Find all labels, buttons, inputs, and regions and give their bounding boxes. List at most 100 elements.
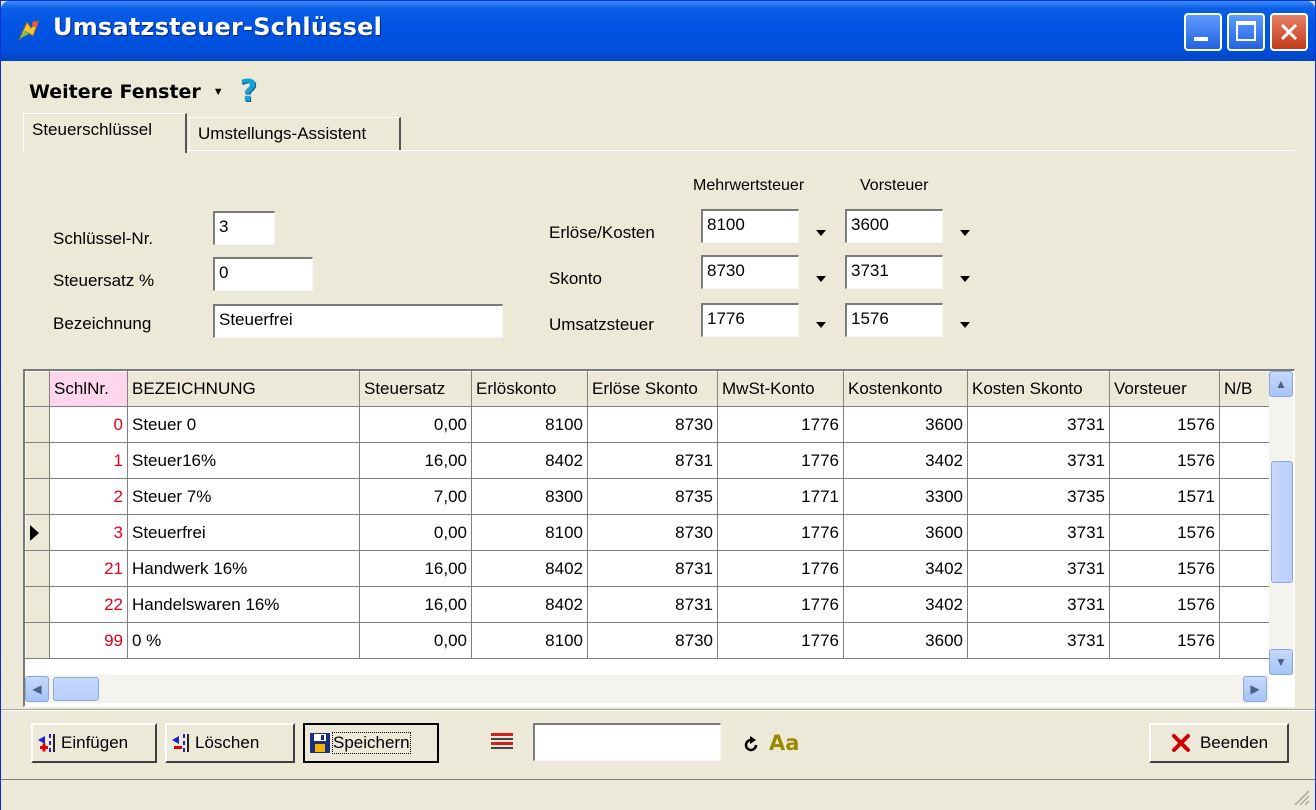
table-cell[interactable]: 0,00 <box>359 406 472 443</box>
table-cell[interactable]: 7,00 <box>359 478 472 515</box>
table-cell[interactable]: 3600 <box>843 406 968 443</box>
table-cell[interactable]: 1571 <box>1109 478 1220 515</box>
table-cell[interactable]: 3402 <box>843 442 968 479</box>
row-indicator[interactable] <box>25 586 50 623</box>
table-cell[interactable]: 8735 <box>587 478 718 515</box>
erloese-mwst-field[interactable]: 8100 <box>701 209 799 243</box>
table-cell[interactable]: 3300 <box>843 478 968 515</box>
save-button[interactable]: Speichern <box>303 723 439 763</box>
erloese-mwst-dropdown-icon[interactable] <box>816 230 826 236</box>
ust-vst-dropdown-icon[interactable] <box>960 322 970 328</box>
table-cell[interactable]: 3731 <box>967 622 1110 659</box>
delete-button[interactable]: Löschen <box>165 723 295 763</box>
table-cell[interactable]: 0,00 <box>359 514 472 551</box>
table-row[interactable]: 21 Handwerk 16% 16,00 8402 8731 1776 3402 3731 1… <box>25 550 1280 587</box>
table-row[interactable]: 2 Steuer 7% 7,00 8300 8735 1771 3300 3735 1571 <box>25 478 1280 515</box>
font-size-toggle[interactable]: Aa <box>769 731 799 755</box>
chevron-down-icon[interactable]: ▼ <box>213 86 224 98</box>
table-cell[interactable]: 1776 <box>717 406 844 443</box>
table-cell[interactable]: 1576 <box>1109 622 1220 659</box>
erloese-vst-dropdown-icon[interactable] <box>960 230 970 236</box>
data-grid[interactable]: SchlNr. BEZEICHNUNG Steuersatz Erlöskont… <box>23 369 1295 707</box>
table-cell[interactable]: 0,00 <box>359 622 472 659</box>
skonto-vst-dropdown-icon[interactable] <box>960 276 970 282</box>
skonto-vst-field[interactable]: 3731 <box>845 255 943 289</box>
table-row[interactable]: 22 Handelswaren 16% 16,00 8402 8731 1776 3402 3… <box>25 586 1280 623</box>
insert-button[interactable]: Einfügen <box>31 723 157 763</box>
table-cell[interactable]: 16,00 <box>359 586 472 623</box>
table-cell[interactable]: 3 <box>49 514 128 551</box>
table-cell[interactable]: 8100 <box>471 622 588 659</box>
row-indicator[interactable] <box>25 622 50 659</box>
ust-mwst-dropdown-icon[interactable] <box>816 322 826 328</box>
table-cell[interactable]: 8730 <box>587 514 718 551</box>
table-cell[interactable]: 1576 <box>1109 550 1220 587</box>
menu-weitere-fenster[interactable]: Weitere Fenster <box>29 81 201 103</box>
table-cell[interactable]: 3731 <box>967 406 1110 443</box>
column-header[interactable]: BEZEICHNUNG <box>127 371 360 407</box>
table-cell[interactable]: 22 <box>49 586 128 623</box>
tab-steuerschluessel[interactable]: Steuerschlüssel <box>23 113 187 153</box>
table-cell[interactable]: 16,00 <box>359 550 472 587</box>
horizontal-scroll-thumb[interactable] <box>53 677 99 701</box>
vertical-scroll-thumb[interactable] <box>1271 461 1293 583</box>
table-cell[interactable]: 1576 <box>1109 586 1220 623</box>
table-cell[interactable]: 8730 <box>587 622 718 659</box>
table-cell[interactable]: 2 <box>49 478 128 515</box>
table-cell[interactable]: 0 <box>49 406 128 443</box>
bezeichnung-field[interactable]: Steuerfrei <box>213 304 503 338</box>
table-cell[interactable]: 1 <box>49 442 128 479</box>
table-row[interactable]: 99 0 % 0,00 8100 8730 1776 3600 3731 1576 <box>25 622 1280 659</box>
scroll-left-icon[interactable]: ◀ <box>25 676 49 702</box>
table-row[interactable]: 0 Steuer 0 0,00 8100 8730 1776 3600 3731 1576 <box>25 406 1280 443</box>
row-indicator[interactable] <box>25 442 50 479</box>
table-cell[interactable]: 1776 <box>717 514 844 551</box>
table-cell[interactable]: 3731 <box>967 586 1110 623</box>
tab-umstellungs-assistent[interactable]: Umstellungs-Assistent <box>189 117 401 151</box>
table-cell[interactable]: Steuer16% <box>127 442 360 479</box>
column-header[interactable]: Erlöskonto <box>471 371 588 407</box>
column-header[interactable]: Erlöse Skonto <box>587 371 718 407</box>
skonto-mwst-field[interactable]: 8730 <box>701 255 799 289</box>
steuersatz-field[interactable]: 0 <box>213 257 313 291</box>
scroll-right-icon[interactable]: ▶ <box>1243 676 1267 702</box>
row-indicator[interactable] <box>25 550 50 587</box>
table-cell[interactable]: 3731 <box>967 514 1110 551</box>
schluessel-field[interactable]: 3 <box>213 211 275 245</box>
scroll-down-icon[interactable]: ▼ <box>1269 649 1293 675</box>
table-row[interactable]: 1 Steuer16% 16,00 8402 8731 1776 3402 3731 1576 <box>25 442 1280 479</box>
table-cell[interactable]: Steuer 7% <box>127 478 360 515</box>
table-cell[interactable]: 1776 <box>717 550 844 587</box>
table-row[interactable]: 3 Steuerfrei 0,00 8100 8730 1776 3600 3731 1576 <box>25 514 1280 551</box>
resize-grip-icon[interactable] <box>1291 787 1311 807</box>
table-cell[interactable]: Steuerfrei <box>127 514 360 551</box>
table-cell[interactable]: 8402 <box>471 442 588 479</box>
search-options-icon[interactable] <box>489 731 515 753</box>
table-cell[interactable]: 1776 <box>717 586 844 623</box>
close-button[interactable]: Beenden <box>1149 723 1289 763</box>
table-cell[interactable]: Handwerk 16% <box>127 550 360 587</box>
row-indicator[interactable] <box>25 406 50 443</box>
table-cell[interactable]: 8100 <box>471 406 588 443</box>
table-cell[interactable]: 1576 <box>1109 406 1220 443</box>
refresh-icon[interactable] <box>741 735 761 755</box>
table-cell[interactable]: 8731 <box>587 586 718 623</box>
horizontal-scrollbar[interactable] <box>25 675 1269 703</box>
table-cell[interactable]: 1576 <box>1109 442 1220 479</box>
table-cell[interactable]: 8730 <box>587 406 718 443</box>
table-cell[interactable]: 3402 <box>843 550 968 587</box>
table-cell[interactable]: 0 % <box>127 622 360 659</box>
table-cell[interactable]: Handelswaren 16% <box>127 586 360 623</box>
row-indicator[interactable] <box>25 478 50 515</box>
scroll-up-icon[interactable]: ▲ <box>1269 371 1293 397</box>
erloese-vst-field[interactable]: 3600 <box>845 209 943 243</box>
table-cell[interactable]: 3600 <box>843 622 968 659</box>
close-window-button[interactable] <box>1270 13 1308 51</box>
table-cell[interactable]: 1771 <box>717 478 844 515</box>
table-cell[interactable]: 1576 <box>1109 514 1220 551</box>
table-cell[interactable]: Steuer 0 <box>127 406 360 443</box>
table-cell[interactable]: 3731 <box>967 550 1110 587</box>
table-cell[interactable]: 8731 <box>587 550 718 587</box>
column-header[interactable]: Kosten Skonto <box>967 371 1110 407</box>
table-cell[interactable]: 21 <box>49 550 128 587</box>
